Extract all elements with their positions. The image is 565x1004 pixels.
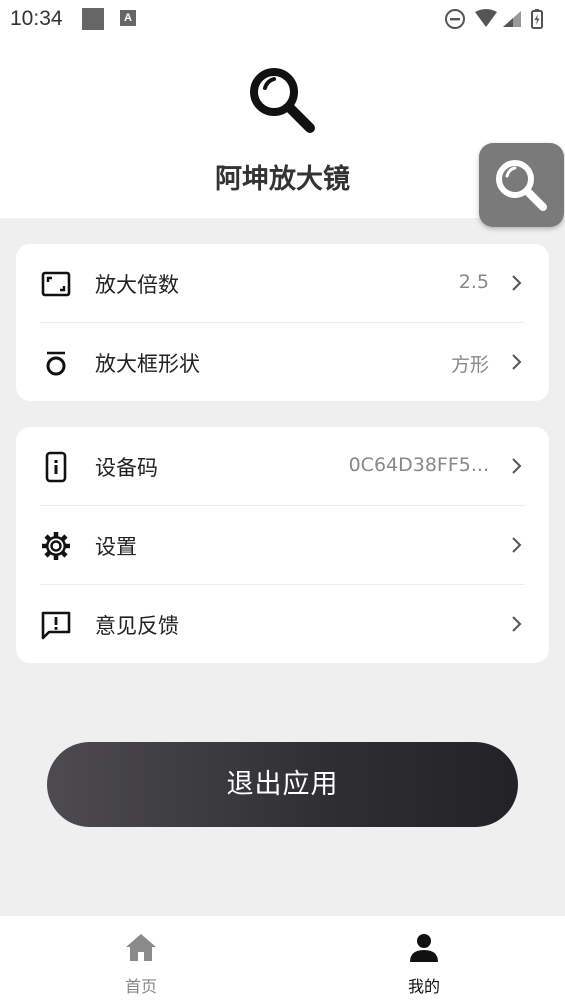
exit-app-button[interactable]: 退出应用 [47, 742, 518, 827]
notification-a-icon: A [120, 10, 136, 26]
chevron-right-icon [512, 616, 522, 632]
chevron-right-icon [512, 458, 522, 474]
device-code-value: 0C64D38FF5... [348, 454, 489, 476]
person-icon [410, 934, 438, 962]
status-bar: 10:34 A [0, 0, 565, 40]
tab-home-label: 首页 [124, 977, 157, 996]
magnifier-logo-icon [250, 68, 315, 133]
zoom-level-row[interactable]: 放大倍数 2.5 [16, 244, 549, 322]
chevron-right-icon [512, 537, 522, 553]
magnifier-settings-card: 放大倍数 2.5 放大框形状 方形 [16, 244, 549, 401]
gear-icon [42, 532, 70, 560]
feedback-icon [41, 611, 71, 640]
notification-square-icon [82, 8, 104, 30]
zoom-frame-icon [41, 271, 71, 297]
device-code-label: 设备码 [95, 456, 158, 480]
feedback-row[interactable]: 意见反馈 [16, 585, 549, 663]
device-code-row[interactable]: 设备码 0C64D38FF5... [16, 427, 549, 505]
zoom-level-value: 2.5 [458, 271, 489, 293]
status-time: 10:34 [10, 7, 63, 30]
home-icon [126, 934, 156, 961]
tab-home[interactable]: 首页 [71, 916, 211, 1004]
frame-shape-value: 方形 [450, 354, 489, 376]
tab-mine[interactable]: 我的 [354, 916, 494, 1004]
tab-mine-label: 我的 [407, 977, 440, 996]
magnifier-icon [496, 160, 547, 211]
settings-row[interactable]: 设置 [16, 506, 549, 584]
dnd-icon [445, 9, 465, 29]
settings-label: 设置 [95, 535, 137, 559]
status-icons [445, 9, 543, 29]
shape-icon [46, 351, 66, 376]
wifi-icon [475, 9, 497, 27]
battery-icon [531, 9, 543, 29]
frame-shape-label: 放大框形状 [95, 352, 200, 376]
device-icon [45, 451, 67, 483]
bottom-tab-bar: 首页 我的 [0, 916, 565, 1004]
zoom-level-label: 放大倍数 [95, 273, 179, 297]
chevron-right-icon [512, 354, 522, 370]
chevron-right-icon [512, 275, 522, 291]
floating-magnifier-button[interactable] [479, 143, 564, 227]
frame-shape-row[interactable]: 放大框形状 方形 [16, 323, 549, 401]
info-card: 设备码 0C64D38FF5... 设置 意见反馈 [16, 427, 549, 663]
feedback-label: 意见反馈 [95, 614, 179, 638]
signal-icon [503, 11, 521, 27]
